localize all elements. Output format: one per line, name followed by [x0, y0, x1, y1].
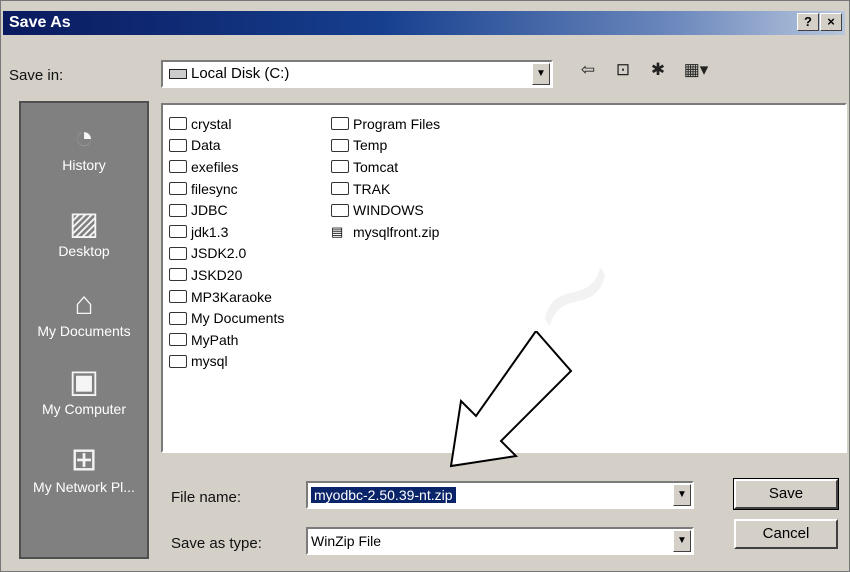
save-as-dialog: Save As ? × Save in: Local Disk (C:) ▼ ⇦… — [0, 0, 850, 572]
save-as-type-dropdown[interactable]: WinZip File ▼ — [306, 527, 694, 555]
file-name: MP3Karaoke — [191, 288, 272, 305]
place-label: My Network Pl... — [33, 479, 135, 495]
place-history[interactable]: ◔ History — [21, 117, 147, 173]
place-label: History — [62, 157, 106, 173]
folder-icon — [331, 160, 349, 174]
file-name-label: File name: — [171, 489, 242, 506]
file-name: Data — [191, 137, 221, 154]
place-label: Desktop — [58, 243, 110, 259]
file-name: JDBC — [191, 202, 228, 219]
file-name: JSKD20 — [191, 266, 243, 283]
folder-icon — [169, 203, 187, 217]
folder-icon — [169, 333, 187, 347]
list-item[interactable]: Temp — [331, 135, 440, 157]
save-in-label: Save in: — [9, 67, 64, 84]
my-computer-icon: ▣ — [68, 363, 100, 399]
folder-icon — [169, 311, 187, 325]
place-my-documents[interactable]: ⌂ My Documents — [21, 283, 147, 339]
list-item[interactable]: MyPath — [169, 329, 284, 351]
arrow-shape — [449, 331, 573, 468]
folder-icon — [331, 203, 349, 217]
up-folder-icon[interactable]: ⊡ — [612, 59, 634, 81]
my-documents-icon: ⌂ — [74, 285, 94, 321]
view-menu-icon[interactable]: ▦▾ — [681, 59, 711, 81]
cancel-button[interactable]: Cancel — [734, 519, 838, 549]
list-item[interactable]: jdk1.3 — [169, 221, 284, 243]
folder-icon — [169, 246, 187, 260]
place-my-network[interactable]: ⊞ My Network Pl... — [21, 439, 147, 495]
places-bar: ◔ History ▨ Desktop ⌂ My Documents ▣ My … — [19, 101, 149, 559]
save-button[interactable]: Save — [733, 478, 839, 510]
save-as-type-label: Save as type: — [171, 535, 262, 552]
file-column-1: crystal Data exefiles filesync JDBC jdk1… — [169, 113, 284, 372]
list-item[interactable]: filesync — [169, 178, 284, 200]
folder-icon — [331, 182, 349, 196]
list-item[interactable]: exefiles — [169, 156, 284, 178]
back-icon[interactable]: ⇦ — [577, 59, 599, 81]
file-name: exefiles — [191, 158, 239, 175]
help-button[interactable]: ? — [797, 13, 819, 31]
file-name: Tomcat — [353, 158, 399, 175]
list-item[interactable]: ▤ mysqlfront.zip — [331, 221, 440, 243]
folder-icon — [169, 268, 187, 282]
file-name: jdk1.3 — [191, 223, 229, 240]
save-in-dropdown[interactable]: Local Disk (C:) ▼ — [161, 60, 553, 88]
file-name: mysqlfront.zip — [353, 223, 440, 240]
place-label: My Documents — [37, 323, 131, 339]
file-name-value: myodbc-2.50.39-nt.zip — [311, 487, 456, 503]
folder-icon — [331, 117, 349, 131]
file-name: crystal — [191, 115, 232, 132]
list-item[interactable]: JSDK2.0 — [169, 243, 284, 265]
list-item[interactable]: Program Files — [331, 113, 440, 135]
list-item[interactable]: Data — [169, 135, 284, 157]
close-button[interactable]: × — [820, 13, 842, 31]
list-item[interactable]: WINDOWS — [331, 199, 440, 221]
save-in-value: Local Disk (C:) — [191, 65, 290, 82]
chevron-down-icon[interactable]: ▼ — [673, 484, 691, 506]
file-column-2: Program Files Temp Tomcat TRAK WINDOWS ▤… — [331, 113, 440, 243]
folder-icon — [169, 160, 187, 174]
desktop-icon: ▨ — [68, 205, 100, 241]
list-item[interactable]: mysql — [169, 351, 284, 373]
list-item[interactable]: JSKD20 — [169, 264, 284, 286]
file-name: JSDK2.0 — [191, 245, 247, 262]
place-label: My Computer — [41, 401, 127, 417]
drive-icon — [169, 69, 187, 79]
folder-icon — [169, 117, 187, 131]
list-item[interactable]: JDBC — [169, 199, 284, 221]
history-icon: ◔ — [74, 119, 94, 155]
file-name: Program Files — [353, 115, 441, 132]
list-item[interactable]: My Documents — [169, 307, 284, 329]
title-bar[interactable]: Save As ? × — [3, 11, 845, 35]
place-desktop[interactable]: ▨ Desktop — [21, 203, 147, 259]
folder-icon — [331, 138, 349, 152]
file-name: Temp — [353, 137, 388, 154]
new-folder-icon[interactable]: ✱ — [647, 59, 669, 81]
file-name: mysql — [191, 353, 228, 370]
file-name-input[interactable]: myodbc-2.50.39-nt.zip ▼ — [306, 481, 694, 509]
network-icon: ⊞ — [70, 441, 98, 477]
file-name: filesync — [191, 180, 238, 197]
chevron-down-icon[interactable]: ▼ — [673, 530, 691, 552]
file-name: MyPath — [191, 331, 239, 348]
chevron-down-icon[interactable]: ▼ — [532, 63, 550, 85]
dialog-title: Save As — [9, 14, 71, 31]
folder-icon — [169, 290, 187, 304]
folder-icon — [169, 182, 187, 196]
arrow-annotation — [449, 331, 573, 468]
list-item[interactable]: Tomcat — [331, 156, 440, 178]
file-name: WINDOWS — [353, 202, 424, 219]
folder-icon — [169, 354, 187, 368]
file-name: TRAK — [353, 180, 391, 197]
list-item[interactable]: TRAK — [331, 178, 440, 200]
folder-icon — [169, 225, 187, 239]
folder-icon — [169, 138, 187, 152]
list-item[interactable]: crystal — [169, 113, 284, 135]
place-my-computer[interactable]: ▣ My Computer — [21, 361, 147, 417]
file-name: My Documents — [191, 310, 285, 327]
list-item[interactable]: MP3Karaoke — [169, 286, 284, 308]
zip-file-icon: ▤ — [331, 224, 344, 240]
save-as-type-value: WinZip File — [311, 533, 382, 549]
